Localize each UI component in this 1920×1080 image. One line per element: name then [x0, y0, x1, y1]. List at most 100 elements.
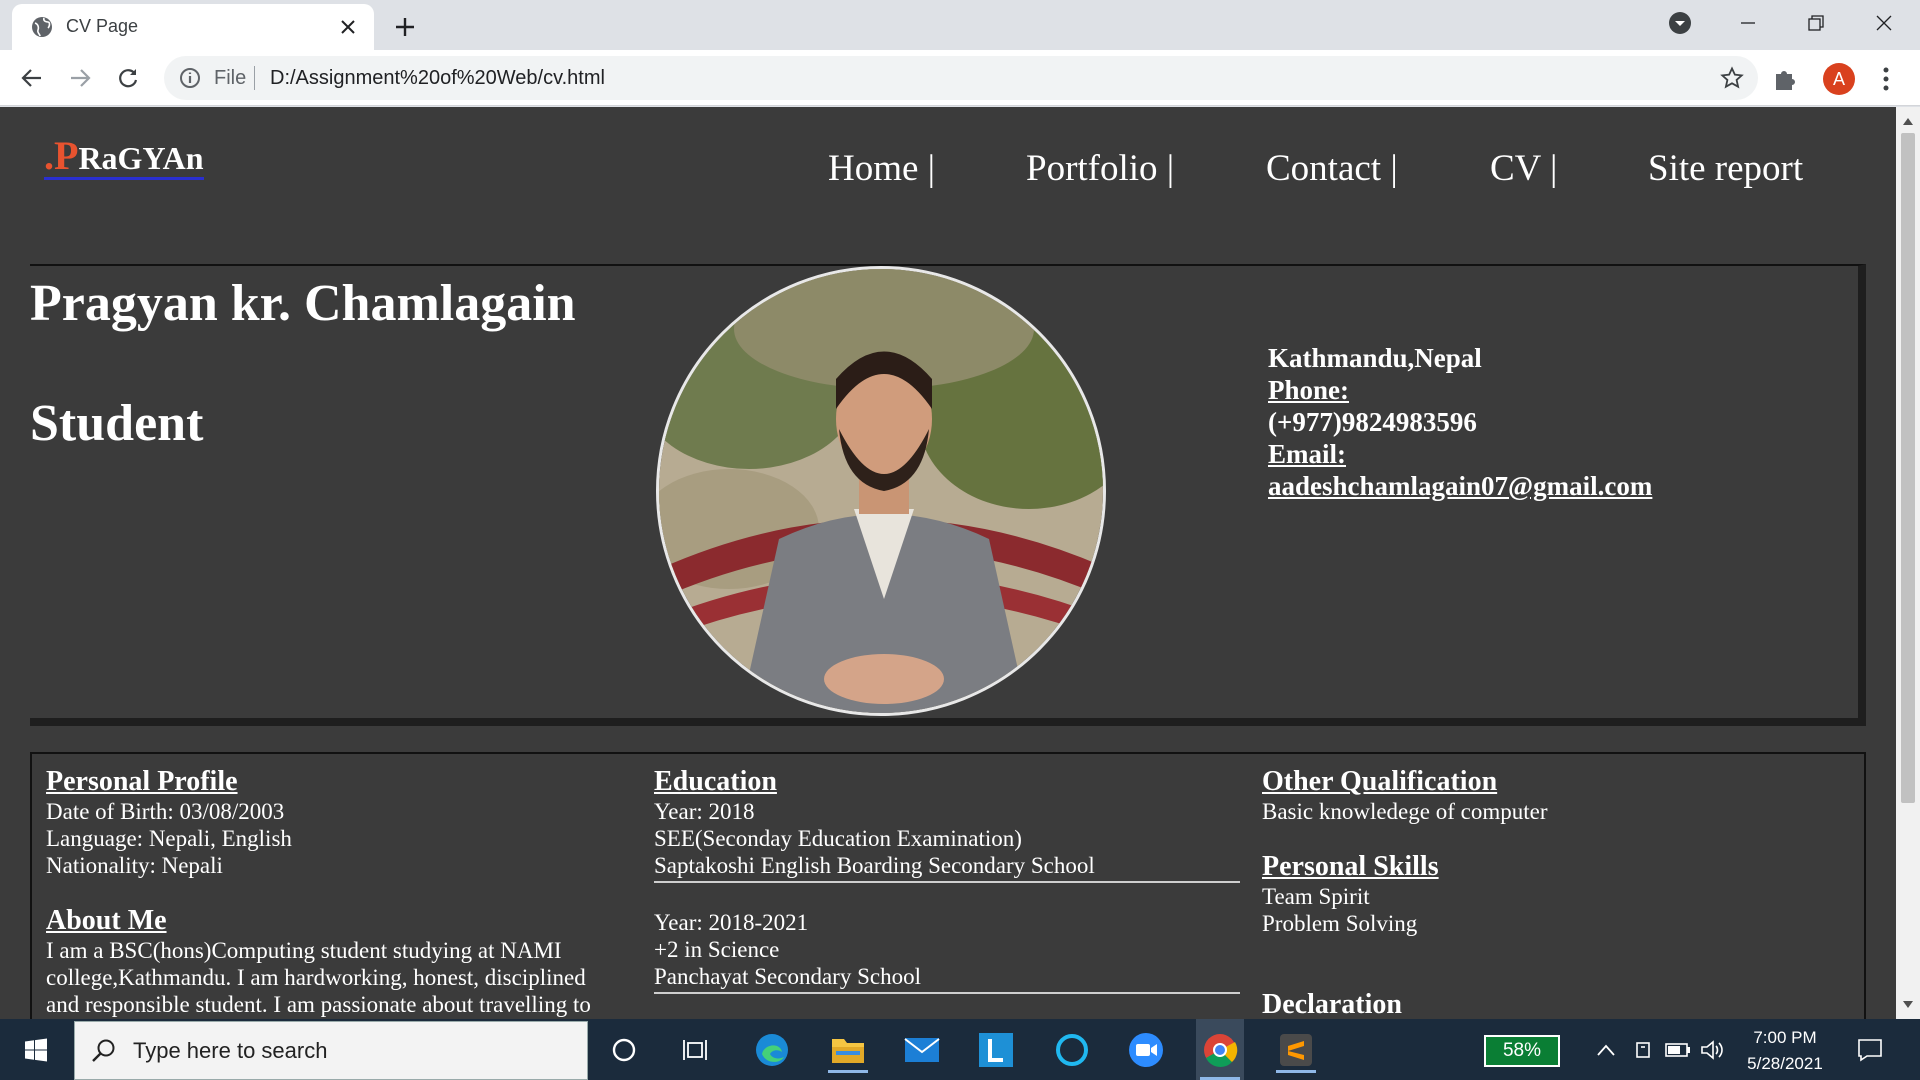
volume-tray-icon[interactable]	[1694, 1027, 1730, 1073]
about-me-heading: About Me	[46, 905, 167, 936]
scroll-up-button[interactable]	[1896, 111, 1920, 131]
task-view-button[interactable]	[672, 1027, 720, 1073]
l-app[interactable]	[972, 1027, 1020, 1073]
phone-label: Phone:	[1268, 375, 1349, 405]
info-icon[interactable]	[178, 66, 202, 90]
active-indicator	[828, 1070, 868, 1073]
dob-text: Date of Birth: 03/08/2003	[46, 799, 285, 824]
minimize-button[interactable]	[1716, 0, 1780, 46]
email-label: Email:	[1268, 439, 1346, 469]
zoom-app[interactable]	[1122, 1027, 1170, 1073]
tab-title: CV Page	[66, 16, 139, 36]
video-camera-icon	[1129, 1033, 1163, 1067]
close-icon	[1876, 15, 1892, 31]
system-clock[interactable]: 7:00 PM 5/28/2021	[1730, 1025, 1840, 1077]
profile-photo	[656, 266, 1106, 716]
url-text[interactable]: D:/Assignment%20of%20Web/cv.html	[270, 67, 605, 90]
reload-button[interactable]	[108, 58, 148, 98]
profile-avatar[interactable]: A	[1823, 63, 1855, 95]
search-placeholder: Type here to search	[133, 1038, 328, 1063]
education-course: +2 in Science	[654, 937, 780, 962]
person-name: Pragyan kr. Chamlagain	[30, 275, 576, 332]
details-section: Personal Profile Date of Birth: 03/08/20…	[30, 752, 1866, 1019]
letter-l-icon	[979, 1033, 1013, 1067]
mail-app[interactable]	[898, 1027, 946, 1073]
start-button[interactable]	[12, 1027, 60, 1073]
notifications-button[interactable]	[1846, 1027, 1894, 1073]
speaker-icon	[1701, 1040, 1723, 1060]
battery-icon	[1665, 1043, 1690, 1057]
column-middle: Education Year: 2018 SEE(Seconday Educat…	[654, 766, 1254, 994]
new-tab-button[interactable]	[388, 10, 422, 44]
task-view-icon	[683, 1040, 707, 1060]
about-line: I am a BSC(hons)Computing student studyi…	[46, 938, 562, 963]
location-text: Kathmandu,Nepal	[1268, 343, 1482, 373]
browser-tab[interactable]: CV Page	[12, 4, 374, 50]
clock-time: 7:00 PM	[1753, 1028, 1817, 1047]
forward-button[interactable]	[60, 58, 100, 98]
divider	[654, 992, 1240, 994]
chrome-app[interactable]	[1196, 1019, 1244, 1080]
taskbar-search[interactable]: Type here to search	[74, 1021, 588, 1080]
active-indicator	[1276, 1070, 1316, 1073]
email-link[interactable]: aadeshchamlagain07@gmail.com	[1268, 470, 1652, 502]
battery-percentage[interactable]: 58%	[1484, 1035, 1560, 1067]
chevron-up-icon	[1597, 1044, 1615, 1056]
battery-tray-icon[interactable]	[1660, 1027, 1696, 1073]
nav-portfolio[interactable]: Portfolio |	[1026, 147, 1174, 190]
phone-number: (+977)9824983596	[1268, 407, 1477, 437]
education-course: SEE(Seconday Education Examination)	[654, 826, 1022, 851]
address-bar[interactable]: File D:/Assignment%20of%20Web/cv.html	[164, 56, 1758, 100]
other-qualification-heading: Other Qualification	[1262, 766, 1498, 797]
scroll-down-button[interactable]	[1896, 995, 1920, 1015]
education-school: Panchayat Secondary School	[654, 964, 921, 989]
device-tray-icon[interactable]	[1626, 1027, 1662, 1073]
about-line: college,Kathmandu. I am hardworking, hon…	[46, 965, 586, 990]
nav-cv[interactable]: CV |	[1490, 147, 1557, 190]
alexa-app[interactable]	[1048, 1027, 1096, 1073]
notification-icon	[1858, 1039, 1882, 1062]
caret-down-icon	[1903, 1001, 1913, 1008]
file-explorer-app[interactable]	[824, 1027, 872, 1073]
tab-close-button[interactable]	[334, 13, 362, 41]
nationality-text: Nationality: Nepali	[46, 853, 223, 878]
sublime-icon	[1280, 1034, 1312, 1066]
minimize-icon	[1741, 22, 1755, 24]
clock-date: 5/28/2021	[1747, 1054, 1823, 1073]
close-window-button[interactable]	[1852, 0, 1916, 46]
puzzle-icon[interactable]	[1772, 66, 1798, 92]
cortana-button[interactable]	[600, 1027, 648, 1073]
column-right: Other Qualification Basic knowledege of …	[1262, 766, 1842, 1019]
scrollbar-thumb[interactable]	[1901, 133, 1915, 803]
cortana-icon	[612, 1038, 636, 1062]
plus-icon	[396, 18, 414, 36]
about-line: and responsible student. I am passionate…	[46, 992, 591, 1017]
device-icon	[1636, 1042, 1650, 1058]
sublime-app[interactable]	[1272, 1027, 1320, 1073]
edge-app[interactable]	[748, 1027, 796, 1073]
nav-contact[interactable]: Contact |	[1266, 147, 1398, 190]
taskbar: Type here to search 58% 7:00 PM 5/28/202…	[0, 1019, 1920, 1080]
scheme-label: File	[214, 67, 247, 89]
nav-home[interactable]: Home |	[828, 147, 935, 190]
tray-overflow[interactable]	[1586, 1027, 1626, 1073]
alexa-icon	[1056, 1034, 1088, 1066]
star-icon[interactable]	[1720, 66, 1744, 90]
hero-section: Pragyan kr. Chamlagain Student Kathmandu…	[30, 264, 1866, 726]
chrome-icon	[1204, 1033, 1238, 1067]
site-navbar: Home | Portfolio | Contact | CV | Site r…	[0, 147, 1896, 197]
more-vertical-icon[interactable]	[1876, 64, 1896, 94]
skill-item: Team Spirit	[1262, 884, 1370, 909]
page-scrollbar[interactable]	[1896, 107, 1920, 1019]
caret-up-icon	[1903, 118, 1913, 125]
language-text: Language: Nepali, English	[46, 826, 292, 851]
nav-site-report[interactable]: Site report	[1648, 147, 1803, 190]
search-icon	[92, 1039, 115, 1062]
personal-profile-heading: Personal Profile	[46, 766, 238, 797]
tab-search-button[interactable]	[1648, 0, 1712, 46]
back-button[interactable]	[12, 58, 52, 98]
personal-skills-heading: Personal Skills	[1262, 851, 1439, 882]
education-school: Saptakoshi English Boarding Secondary Sc…	[654, 853, 1095, 878]
column-left: Personal Profile Date of Birth: 03/08/20…	[46, 766, 626, 1018]
restore-button[interactable]	[1784, 0, 1848, 46]
